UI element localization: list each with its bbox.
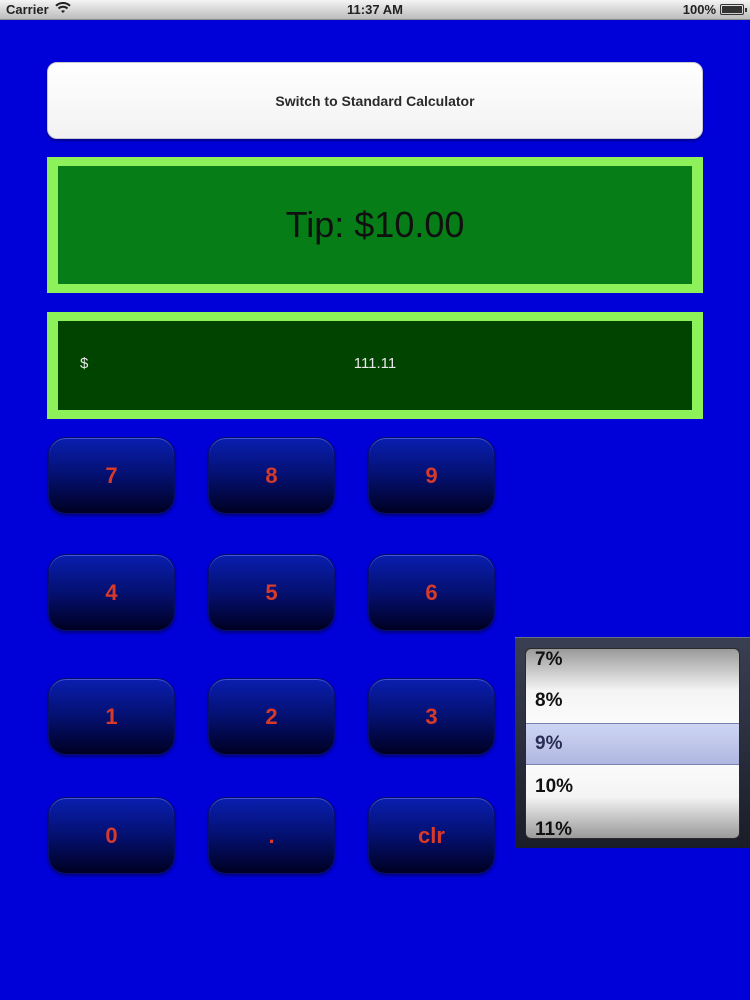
status-right: 100% xyxy=(682,2,747,17)
key-9[interactable]: 9 xyxy=(368,437,495,514)
key-4[interactable]: 4 xyxy=(48,554,175,631)
picker-option-10[interactable]: 10% xyxy=(535,776,573,798)
clock: 11:37 AM xyxy=(347,2,403,17)
key-2[interactable]: 2 xyxy=(208,678,335,755)
tip-display-inner: Tip: $10.00 xyxy=(58,166,692,284)
amount-display-inner: $ 111.11 xyxy=(58,321,692,410)
key-5[interactable]: 5 xyxy=(208,554,335,631)
tip-percentage-picker: 7% 8% 9% 10% 11% xyxy=(515,637,750,848)
picker-option-7[interactable]: 7% xyxy=(535,649,562,671)
picker-option-11[interactable]: 11% xyxy=(535,819,572,838)
status-bar: Carrier 11:37 AM 100% xyxy=(0,0,750,20)
battery-fill xyxy=(722,6,742,13)
key-0[interactable]: 0 xyxy=(48,797,175,874)
key-3[interactable]: 3 xyxy=(368,678,495,755)
key-6[interactable]: 6 xyxy=(368,554,495,631)
tip-display: Tip: $10.00 xyxy=(47,157,703,293)
key-decimal[interactable]: . xyxy=(208,797,335,874)
battery-icon xyxy=(720,4,747,15)
picker-option-9-selected[interactable]: 9% xyxy=(535,733,562,755)
key-clear[interactable]: clr xyxy=(368,797,495,874)
battery-percent: 100% xyxy=(682,2,716,17)
amount-display[interactable]: $ 111.11 xyxy=(47,312,703,419)
switch-calculator-label: Switch to Standard Calculator xyxy=(275,92,475,109)
key-8[interactable]: 8 xyxy=(208,437,335,514)
key-7[interactable]: 7 xyxy=(48,437,175,514)
tip-amount: Tip: $10.00 xyxy=(285,204,465,245)
key-1[interactable]: 1 xyxy=(48,678,175,755)
switch-calculator-button[interactable]: Switch to Standard Calculator xyxy=(47,62,703,139)
picker-wheel[interactable]: 7% 8% 9% 10% 11% xyxy=(525,648,740,839)
picker-option-8[interactable]: 8% xyxy=(535,690,562,712)
amount-value: 111.11 xyxy=(353,355,397,372)
